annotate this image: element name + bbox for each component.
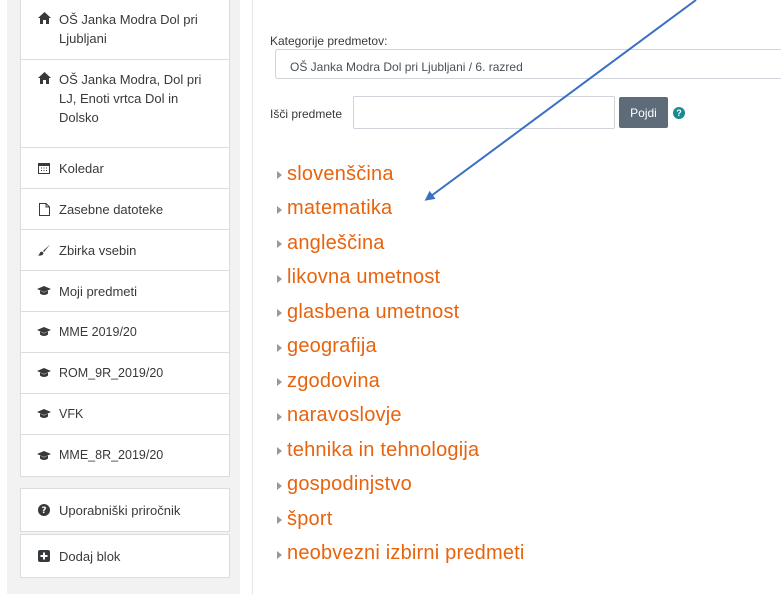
sidebar-item-label: OŠ Janka Modra, Dol pri LJ, Enoti vrtca …: [59, 72, 202, 125]
sidebar-item-my-courses[interactable]: Moji predmeti: [21, 271, 229, 312]
nav-drawer: OŠ Janka Modra Dol pri Ljubljani OŠ Jank…: [7, 0, 240, 594]
course-item[interactable]: glasbena umetnost: [277, 295, 525, 330]
sidebar-item-label: Zbirka vsebin: [59, 242, 137, 258]
paintbrush-icon: [37, 244, 51, 256]
course-link[interactable]: tehnika in tehnologija: [287, 439, 479, 462]
home-icon: [37, 72, 51, 84]
sidebar-item-label: Zasebne datoteke: [59, 201, 164, 217]
course-item[interactable]: matematika: [277, 192, 525, 227]
sidebar-item-course-vfk[interactable]: VFK: [21, 394, 229, 435]
expand-triangle-icon[interactable]: [277, 447, 282, 456]
expand-triangle-icon[interactable]: [277, 309, 282, 318]
nav-list: OŠ Janka Modra Dol pri Ljubljani OŠ Jank…: [20, 0, 230, 477]
course-link[interactable]: slovenščina: [287, 163, 394, 186]
search-input[interactable]: [353, 96, 615, 129]
sidebar-item-school[interactable]: OŠ Janka Modra Dol pri Ljubljani: [21, 0, 229, 60]
graduation-cap-icon: [37, 286, 51, 296]
sidebar-item-kindergarten[interactable]: OŠ Janka Modra, Dol pri LJ, Enoti vrtca …: [21, 60, 229, 148]
sidebar-item-content-bank[interactable]: Zbirka vsebin: [21, 230, 229, 271]
expand-triangle-icon[interactable]: [277, 378, 282, 387]
sidebar-item-label: MME 2019/20: [59, 324, 137, 339]
calendar-icon: [37, 162, 51, 174]
sidebar-item-calendar[interactable]: Koledar: [21, 148, 229, 189]
course-link[interactable]: glasbena umetnost: [287, 301, 459, 324]
course-item[interactable]: tehnika in tehnologija: [277, 433, 525, 468]
course-link[interactable]: geografija: [287, 335, 377, 358]
content-divider: [252, 0, 253, 594]
search-label: Išči predmete: [270, 107, 343, 121]
course-link[interactable]: naravoslovje: [287, 404, 402, 427]
course-item[interactable]: naravoslovje: [277, 399, 525, 434]
category-label: Kategorije predmetov:: [270, 34, 388, 48]
graduation-cap-icon: [37, 327, 51, 337]
expand-triangle-icon[interactable]: [277, 274, 282, 283]
question-circle-icon: ?: [37, 504, 51, 516]
sidebar-item-label: Moji predmeti: [59, 283, 138, 299]
course-item[interactable]: likovna umetnost: [277, 261, 525, 296]
graduation-cap-icon: [37, 450, 51, 461]
expand-triangle-icon[interactable]: [277, 516, 282, 525]
sidebar-item-label: Uporabniški priročnik: [59, 502, 181, 518]
graduation-cap-icon: [37, 409, 51, 419]
nav-list-bottom: ? Uporabniški priročnik: [20, 488, 230, 532]
course-link[interactable]: šport: [287, 508, 332, 531]
course-item[interactable]: slovenščina: [277, 157, 525, 192]
sidebar-item-label: MME_8R_2019/20: [59, 448, 164, 462]
sidebar-item-course-mme[interactable]: MME 2019/20: [21, 312, 229, 353]
course-list: slovenščina matematika angleščina likovn…: [277, 157, 525, 571]
course-item[interactable]: angleščina: [277, 226, 525, 261]
add-block-button[interactable]: Dodaj blok: [21, 535, 229, 577]
svg-text:?: ?: [41, 506, 46, 516]
sidebar-item-label: VFK: [59, 406, 84, 421]
course-link[interactable]: matematika: [287, 197, 392, 220]
sidebar-item-course-mme8r[interactable]: MME_8R_2019/20: [21, 435, 229, 476]
graduation-cap-icon: [37, 368, 51, 378]
sidebar-item-label: Dodaj blok: [59, 548, 121, 564]
sidebar-item-private-files[interactable]: Zasebne datoteke: [21, 189, 229, 230]
expand-triangle-icon[interactable]: [277, 171, 282, 180]
sidebar-item-label: OŠ Janka Modra Dol pri Ljubljani: [59, 12, 198, 46]
expand-triangle-icon[interactable]: [277, 550, 282, 559]
file-icon: [37, 202, 51, 216]
course-item[interactable]: neobvezni izbirni predmeti: [277, 537, 525, 572]
course-link[interactable]: neobvezni izbirni predmeti: [287, 542, 525, 565]
course-link[interactable]: zgodovina: [287, 370, 380, 393]
expand-triangle-icon[interactable]: [277, 205, 282, 214]
search-button[interactable]: Pojdi: [619, 97, 668, 128]
expand-triangle-icon[interactable]: [277, 240, 282, 249]
expand-triangle-icon[interactable]: [277, 481, 282, 490]
course-item[interactable]: zgodovina: [277, 364, 525, 399]
course-item[interactable]: gospodinjstvo: [277, 468, 525, 503]
course-link[interactable]: gospodinjstvo: [287, 473, 412, 496]
help-icon[interactable]: ?: [673, 107, 685, 119]
course-item[interactable]: geografija: [277, 330, 525, 365]
course-link[interactable]: angleščina: [287, 232, 385, 255]
nav-list-add-block: Dodaj blok: [20, 534, 230, 578]
expand-triangle-icon[interactable]: [277, 412, 282, 421]
expand-triangle-icon[interactable]: [277, 343, 282, 352]
category-select[interactable]: OŠ Janka Modra Dol pri Ljubljani / 6. ra…: [275, 49, 781, 79]
sidebar-item-course-rom[interactable]: ROM_9R_2019/20: [21, 353, 229, 394]
plus-square-icon: [37, 550, 51, 562]
home-icon: [37, 12, 51, 24]
course-item[interactable]: šport: [277, 502, 525, 537]
sidebar-item-user-manual[interactable]: ? Uporabniški priročnik: [21, 489, 229, 531]
course-link[interactable]: likovna umetnost: [287, 266, 440, 289]
sidebar-item-label: ROM_9R_2019/20: [59, 365, 164, 380]
sidebar-item-label: Koledar: [59, 160, 104, 176]
